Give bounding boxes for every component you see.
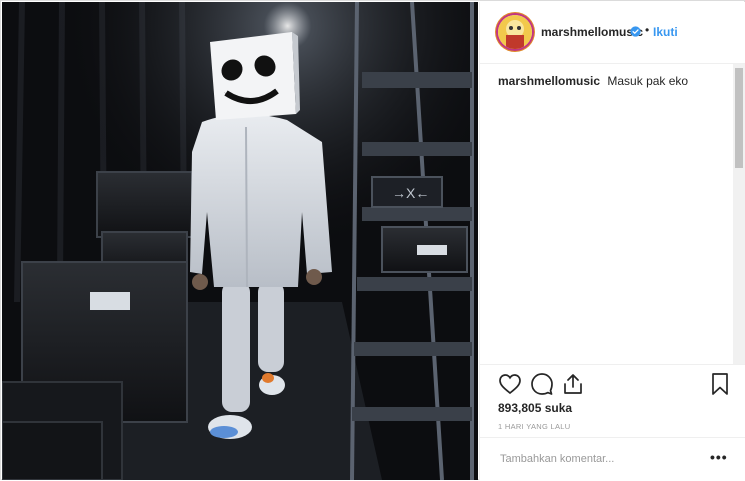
post-caption: marshmellomusic Masuk pak eko xyxy=(498,74,688,88)
backstage-photo-illustration: →X← xyxy=(2,2,478,480)
caption-text: Masuk pak eko xyxy=(607,74,689,88)
avatar[interactable] xyxy=(498,15,532,49)
more-options-button[interactable]: ••• xyxy=(710,449,728,465)
add-comment-bar: ••• xyxy=(480,437,745,480)
scrollbar-thumb[interactable] xyxy=(735,68,743,168)
comments-scrollbar[interactable] xyxy=(733,64,745,364)
verified-badge-icon xyxy=(630,26,641,37)
post-photo[interactable]: →X← xyxy=(2,2,478,480)
svg-text:→X←: →X← xyxy=(392,185,429,201)
post-modal: →X← marshmellomusic • Ikuti marshmellomu… xyxy=(0,0,745,480)
follow-button[interactable]: Ikuti xyxy=(653,25,678,39)
heart-icon[interactable] xyxy=(498,372,522,396)
comments-list[interactable]: marshmellomusic Masuk pak eko xyxy=(480,64,738,364)
caption-username[interactable]: marshmellomusic xyxy=(498,74,600,88)
post-timestamp[interactable]: 1 HARI YANG LALU xyxy=(498,422,570,431)
bookmark-icon[interactable] xyxy=(708,372,732,396)
separator-dot: • xyxy=(645,23,650,37)
comment-bubble-icon[interactable] xyxy=(530,372,554,396)
post-details-panel: marshmellomusic • Ikuti marshmellomusic … xyxy=(479,2,745,480)
share-icon[interactable] xyxy=(561,372,585,396)
likes-count[interactable]: 893,805 suka xyxy=(498,401,572,415)
post-header: marshmellomusic • Ikuti xyxy=(480,2,745,64)
post-actions: 893,805 suka 1 HARI YANG LALU ••• xyxy=(480,364,745,481)
post-author-username[interactable]: marshmellomusic xyxy=(541,25,643,39)
avatar-image xyxy=(498,15,532,49)
comment-input[interactable] xyxy=(498,449,692,469)
